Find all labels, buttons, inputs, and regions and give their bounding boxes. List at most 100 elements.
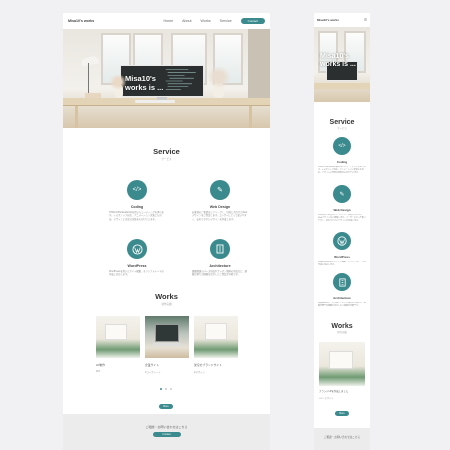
work-thumbnail: [145, 316, 189, 358]
work-thumbnail: [194, 316, 238, 358]
nav-service[interactable]: Service: [220, 19, 232, 23]
works-title: Works: [155, 292, 178, 301]
work-tag: #LP: [96, 370, 101, 373]
work-title: 企業サイト: [145, 363, 159, 367]
bookshelf: [248, 29, 270, 99]
service-text: WordPressを用いたサイト構築、オリジナルテーマの作成に対応します。: [109, 271, 164, 277]
contact-footer: ご相談・お問い合わせはこちら Contact: [63, 414, 270, 450]
site-header: Misa10's works Home About Works Service …: [63, 13, 270, 29]
service-text: お客様のご要望をヒアリングし、目的に合わせたWebデザインをご提案します。ユーザ…: [318, 214, 366, 222]
mobile-hero-title: Misa10's works is ...: [320, 53, 356, 69]
service-text: HTML/CSS/JavaScriptを用いたコーディングを承ります。レスポンシ…: [109, 212, 164, 221]
laptop-screen: [155, 324, 179, 342]
work-title: 架空のブランドサイト: [194, 363, 222, 367]
service-text: HTML/CSS/JavaScriptを用いたコーディングを承ります。レスポンシ…: [318, 166, 366, 174]
nav-about[interactable]: About: [182, 19, 191, 23]
hamburger-menu-icon[interactable]: ≡: [364, 17, 367, 23]
desk-leg: [75, 106, 78, 128]
service-name: WordPress: [127, 264, 147, 268]
mobile-logo[interactable]: Misa10's works: [317, 18, 339, 22]
service-text: 建築関連のパース作成やプレゼン資料の作成など、建築分野での経験を活かしたご提案が…: [318, 302, 366, 307]
mobile-hero-image: Misa10's works is ...: [314, 27, 370, 102]
works-more-button[interactable]: More: [335, 411, 349, 416]
service-text: お客様のご要望をヒアリングし、目的に合わせたWebデザインをご提案します。ユーザ…: [192, 212, 248, 221]
pen-tool-icon: ✎: [210, 180, 230, 200]
hero-title-line1: Misa10's: [320, 53, 349, 60]
service-name: Web Design: [333, 208, 351, 212]
site-logo[interactable]: Misa10's works: [68, 19, 94, 23]
service-title: Service: [329, 119, 355, 126]
mobile-service-coding: </> Coding HTML/CSS/JavaScriptを用いたコーディング…: [318, 137, 366, 183]
works-title: Works: [331, 323, 353, 330]
mobile-service-wordpress: WordPress WordPressを用いたサイト構築、オリジナルテーマの作成…: [318, 232, 366, 267]
hero-image: Misa10's works is ...: [63, 29, 270, 128]
nav-home[interactable]: Home: [164, 19, 174, 23]
nav-works[interactable]: Works: [201, 19, 211, 23]
work-card[interactable]: 架空のブランドサイト #デザイン: [194, 316, 238, 374]
paper-sheet: [329, 351, 353, 369]
works-subtitle: 制作実績: [161, 303, 172, 306]
works-subtitle: 制作実績: [337, 331, 347, 334]
mobile-preview: Misa10's works ≡ Misa10's works is ... S…: [314, 13, 370, 450]
footer-text: ご相談・お問い合わせはこちら: [323, 436, 361, 439]
work-title: LP制作: [96, 363, 106, 367]
carousel-dot[interactable]: [165, 388, 167, 390]
work-thumbnail: [319, 342, 365, 386]
desk-lamp: [80, 55, 100, 67]
service-title: Service: [153, 147, 180, 156]
service-card-wordpress: WordPress WordPressを用いたサイト構築、オリジナルテーマの作成…: [109, 239, 165, 278]
hero-title-line2: works is ...: [320, 61, 356, 69]
desk-surface: [314, 83, 370, 89]
service-name: Architecture: [209, 264, 231, 268]
mobile-header: Misa10's works ≡: [314, 13, 370, 27]
work-tag: #LP #デザイン: [319, 398, 334, 400]
service-name: WordPress: [334, 255, 350, 259]
keyboard: [135, 100, 175, 103]
works-section: Works 制作実績: [63, 292, 270, 306]
mobile-service-architecture: Architecture 建築関連のパース作成やプレゼン資料の作成など、建築分野…: [318, 273, 366, 311]
service-card-architecture: Architecture 建築関連のパース作成やプレゼン資料の作成など、建築分野…: [192, 239, 248, 278]
footer-contact-button[interactable]: Contact: [152, 432, 181, 437]
work-tag: #デザイン: [194, 371, 205, 374]
nav-contact-button[interactable]: Contact: [240, 17, 265, 25]
carousel-dot-active[interactable]: [160, 388, 162, 390]
hero-title: Misa10's works is ...: [125, 74, 164, 92]
work-card[interactable]: LP制作 #LP: [96, 316, 140, 373]
mobile-service-section: Service サービス: [314, 119, 370, 130]
building-icon: [333, 273, 351, 291]
carousel-dots: [160, 388, 172, 390]
code-icon: </>: [127, 180, 147, 200]
mobile-work-card[interactable]: ブランドLPを作成しました #LP #デザイン: [319, 342, 365, 400]
code-icon: </>: [333, 137, 351, 155]
service-name: Coding: [336, 160, 348, 164]
service-text: WordPressを用いたサイト構築、オリジナルテーマの作成に対応します。: [318, 261, 366, 266]
mobile-contact-footer: ご相談・お問い合わせはこちら: [314, 428, 370, 450]
wordpress-icon: [333, 232, 351, 250]
books: [85, 93, 101, 98]
paper-sheet: [105, 324, 127, 340]
service-name: Web Design: [209, 205, 231, 209]
laptop-base: [153, 343, 181, 346]
service-subtitle: サービス: [337, 127, 347, 130]
service-subtitle: サービス: [161, 158, 172, 161]
service-name: Architecture: [333, 296, 351, 300]
service-card-coding: </> Coding HTML/CSS/JavaScriptを用いたコーディング…: [109, 180, 165, 222]
mobile-service-webdesign: ✎ Web Design お客様のご要望をヒアリングし、目的に合わせたWebデザ…: [318, 185, 366, 226]
flowers: [206, 67, 232, 87]
works-more-button[interactable]: More: [159, 404, 173, 409]
service-name: Coding: [130, 205, 144, 209]
paper-sheet: [205, 323, 227, 340]
work-tag: #コーポレート: [145, 371, 161, 374]
building-icon: [210, 239, 230, 259]
hero-title-line2: works is ...: [125, 82, 164, 92]
work-title: ブランドLPを作成しました: [319, 390, 349, 393]
carousel-dot[interactable]: [170, 388, 172, 390]
desktop-preview: Misa10's works Home About Works Service …: [63, 13, 270, 450]
service-section: Service サービス: [63, 147, 270, 161]
footer-text: ご相談・お問い合わせはこちら: [145, 425, 188, 429]
service-card-webdesign: ✎ Web Design お客様のご要望をヒアリングし、目的に合わせたWebデザ…: [192, 180, 248, 222]
wordpress-icon: [127, 239, 147, 259]
work-card[interactable]: 企業サイト #コーポレート: [145, 316, 189, 374]
pen-tool-icon: ✎: [333, 185, 351, 203]
mobile-works-section: Works 制作実績: [314, 323, 370, 334]
